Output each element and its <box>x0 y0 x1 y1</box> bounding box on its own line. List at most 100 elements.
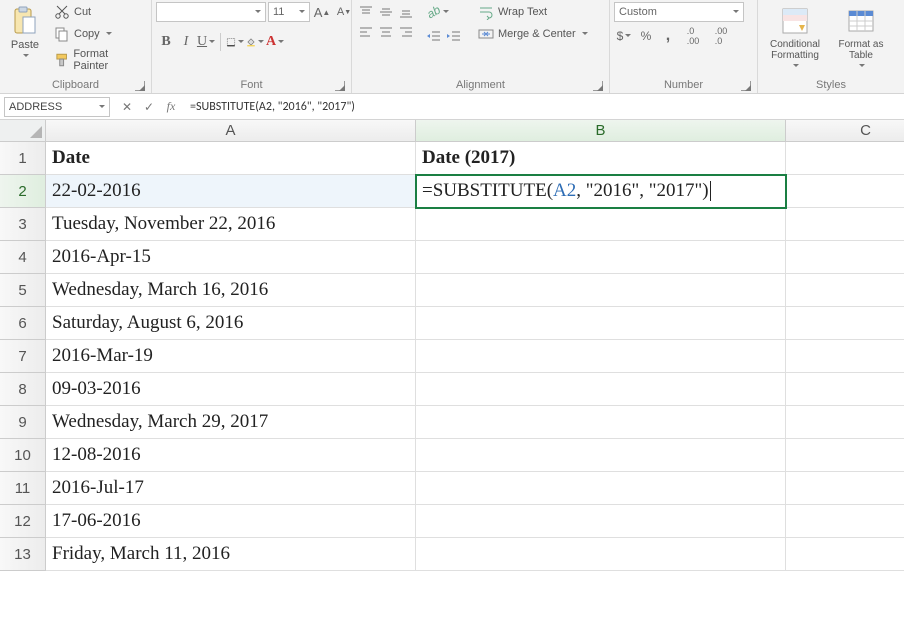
increase-font-button[interactable]: A▲ <box>312 2 332 22</box>
align-left-button[interactable] <box>356 22 376 42</box>
format-as-table-button[interactable]: Format as Table <box>832 2 890 72</box>
dialog-launcher-icon[interactable] <box>335 81 345 91</box>
font-family-combo[interactable] <box>156 2 266 22</box>
cell-A8[interactable]: 09-03-2016 <box>46 373 416 406</box>
row-header[interactable]: 5 <box>0 274 46 307</box>
cell-A3[interactable]: Tuesday, November 22, 2016 <box>46 208 416 241</box>
decrease-indent-button[interactable] <box>424 26 444 46</box>
cell-C2[interactable] <box>786 175 904 208</box>
format-painter-button[interactable]: Format Painter <box>50 46 147 74</box>
comma-button[interactable]: , <box>658 26 678 46</box>
cell-A5[interactable]: Wednesday, March 16, 2016 <box>46 274 416 307</box>
increase-decimal-button[interactable]: .0.00 <box>680 26 706 46</box>
cell-C12[interactable] <box>786 505 904 538</box>
cell-C11[interactable] <box>786 472 904 505</box>
cell-A13[interactable]: Friday, March 11, 2016 <box>46 538 416 571</box>
align-middle-button[interactable] <box>376 2 396 22</box>
fill-color-button[interactable] <box>245 32 265 52</box>
paste-button[interactable]: Paste <box>4 2 46 62</box>
cell-A7[interactable]: 2016-Mar-19 <box>46 340 416 373</box>
col-header-B[interactable]: B <box>416 120 786 142</box>
wrap-text-button[interactable]: Wrap Text <box>474 2 592 22</box>
col-header-C[interactable]: C <box>786 120 904 142</box>
align-top-button[interactable] <box>356 2 376 22</box>
merge-center-button[interactable]: Merge & Center <box>474 24 592 44</box>
align-right-button[interactable] <box>396 22 416 42</box>
decrease-decimal-button[interactable]: .00.0 <box>708 26 734 46</box>
name-box[interactable]: ADDRESS <box>4 97 110 117</box>
row-header[interactable]: 12 <box>0 505 46 538</box>
insert-function-button[interactable]: fx <box>160 96 182 118</box>
orientation-button[interactable]: ab <box>424 2 452 22</box>
cell-C9[interactable] <box>786 406 904 439</box>
dialog-launcher-icon[interactable] <box>135 81 145 91</box>
row-header[interactable]: 6 <box>0 307 46 340</box>
cell-C8[interactable] <box>786 373 904 406</box>
cell-B3[interactable] <box>416 208 786 241</box>
cell-B12[interactable] <box>416 505 786 538</box>
cell-B13[interactable] <box>416 538 786 571</box>
dialog-launcher-icon[interactable] <box>593 81 603 91</box>
number-format-combo[interactable]: Custom <box>614 2 744 22</box>
cell-B8[interactable] <box>416 373 786 406</box>
cell-A9[interactable]: Wednesday, March 29, 2017 <box>46 406 416 439</box>
cell-B6[interactable] <box>416 307 786 340</box>
currency-button[interactable]: $ <box>614 26 634 46</box>
select-all-corner[interactable] <box>0 120 46 142</box>
row-header[interactable]: 9 <box>0 406 46 439</box>
row-header[interactable]: 11 <box>0 472 46 505</box>
cell-B2[interactable]: =SUBSTITUTE(A2, "2016", "2017") <box>416 175 786 208</box>
align-center-button[interactable] <box>376 22 396 42</box>
row-header[interactable]: 2 <box>0 175 46 208</box>
cell-A10[interactable]: 12-08-2016 <box>46 439 416 472</box>
enter-button[interactable]: ✓ <box>138 96 160 118</box>
cell-C13[interactable] <box>786 538 904 571</box>
align-bottom-button[interactable] <box>396 2 416 22</box>
font-size-combo[interactable]: 11 <box>268 2 310 22</box>
cell-C5[interactable] <box>786 274 904 307</box>
cancel-button[interactable]: ✕ <box>116 96 138 118</box>
row-header[interactable]: 3 <box>0 208 46 241</box>
formula-input[interactable] <box>186 96 904 118</box>
cell-C4[interactable] <box>786 241 904 274</box>
cell-A2[interactable]: 22-02-2016 <box>46 175 416 208</box>
fx-icon: fx <box>167 99 176 114</box>
row-header[interactable]: 13 <box>0 538 46 571</box>
cell-C10[interactable] <box>786 439 904 472</box>
decrease-font-button[interactable]: A▼ <box>334 2 354 22</box>
cell-C7[interactable] <box>786 340 904 373</box>
copy-button[interactable]: Copy <box>50 24 147 44</box>
underline-button[interactable]: U <box>196 32 216 52</box>
cell-A11[interactable]: 2016-Jul-17 <box>46 472 416 505</box>
cell-B10[interactable] <box>416 439 786 472</box>
dialog-launcher-icon[interactable] <box>741 81 751 91</box>
cell-C6[interactable] <box>786 307 904 340</box>
cell-B7[interactable] <box>416 340 786 373</box>
increase-indent-button[interactable] <box>444 26 464 46</box>
cell-B1[interactable]: Date (2017) <box>416 142 786 175</box>
cell-C1[interactable] <box>786 142 904 175</box>
cell-A4[interactable]: 2016-Apr-15 <box>46 241 416 274</box>
cell-C3[interactable] <box>786 208 904 241</box>
cell-B11[interactable] <box>416 472 786 505</box>
row-header[interactable]: 4 <box>0 241 46 274</box>
bold-button[interactable]: B <box>156 32 176 52</box>
cut-button[interactable]: Cut <box>50 2 147 22</box>
cell-A12[interactable]: 17-06-2016 <box>46 505 416 538</box>
percent-button[interactable]: % <box>636 26 656 46</box>
font-color-button[interactable]: A <box>265 32 285 52</box>
cell-B9[interactable] <box>416 406 786 439</box>
row-header[interactable]: 8 <box>0 373 46 406</box>
row-header[interactable]: 7 <box>0 340 46 373</box>
col-header-A[interactable]: A <box>46 120 416 142</box>
row-header[interactable]: 10 <box>0 439 46 472</box>
x-icon: ✕ <box>122 100 132 114</box>
italic-button[interactable]: I <box>176 32 196 52</box>
cell-A6[interactable]: Saturday, August 6, 2016 <box>46 307 416 340</box>
cell-B4[interactable] <box>416 241 786 274</box>
cell-A1[interactable]: Date <box>46 142 416 175</box>
row-header[interactable]: 1 <box>0 142 46 175</box>
conditional-formatting-button[interactable]: Conditional Formatting <box>762 2 828 72</box>
cell-B5[interactable] <box>416 274 786 307</box>
borders-button[interactable] <box>225 32 245 52</box>
